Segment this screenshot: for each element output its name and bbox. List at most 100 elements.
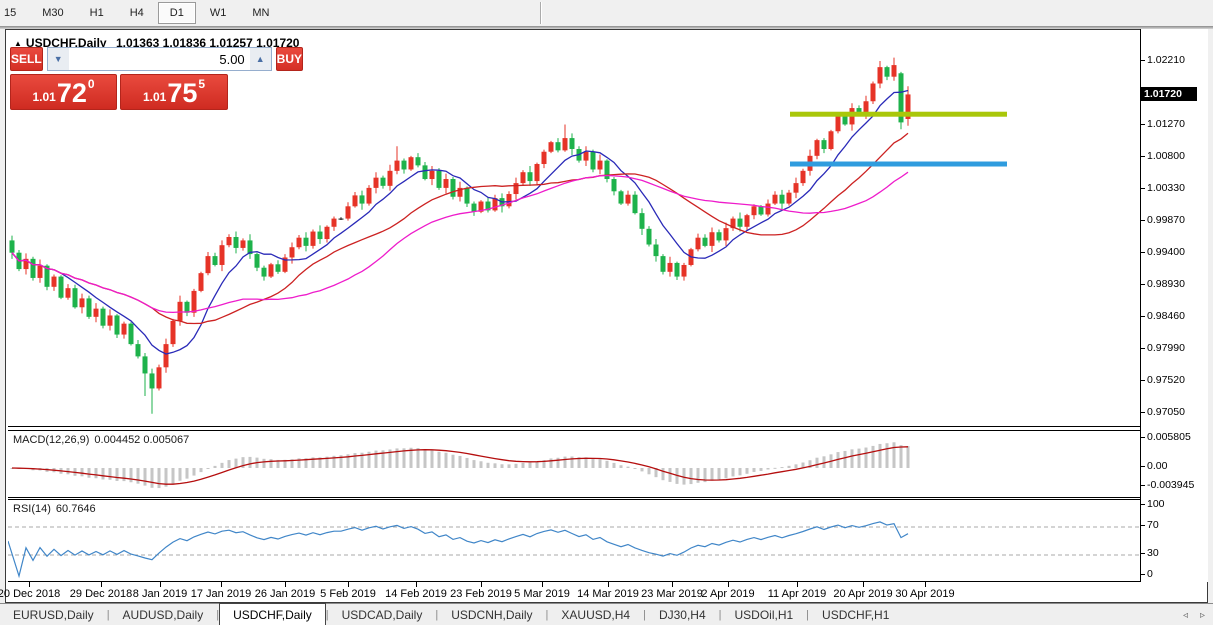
price-axis-label: 1.01270 — [1147, 118, 1185, 130]
price-axis-label: 30 — [1147, 547, 1159, 559]
date-tick — [608, 582, 609, 587]
buy-button[interactable]: BUY — [276, 47, 303, 71]
date-label: 2 Apr 2019 — [701, 588, 754, 600]
date-tick — [416, 582, 417, 587]
timeframe-button-d1[interactable]: D1 — [158, 2, 196, 24]
date-tick — [348, 582, 349, 587]
chart-tab-eurusd[interactable]: EURUSD,Daily — [0, 604, 107, 625]
buy-price-point: 5 — [198, 77, 205, 91]
timeframe-button-h4[interactable]: H4 — [118, 2, 156, 24]
chart-tab-dj30[interactable]: DJ30,H4 — [646, 604, 719, 625]
date-tick — [101, 582, 102, 587]
price-axis-label: 0 — [1147, 568, 1153, 580]
date-label: 17 Jan 2019 — [191, 588, 252, 600]
date-label: 5 Feb 2019 — [320, 588, 376, 600]
date-label: 5 Mar 2019 — [514, 588, 570, 600]
date-tick — [481, 582, 482, 587]
rsi-label: RSI(14) 60.7646 — [13, 503, 101, 515]
timeframe-button-w1[interactable]: W1 — [198, 2, 239, 24]
chart-tab-usdcnh[interactable]: USDCNH,Daily — [438, 604, 545, 625]
price-axis-label: 0.99400 — [1147, 246, 1185, 258]
volume-decrease-icon[interactable]: ▼ — [48, 48, 69, 70]
chart-tab-bar: EURUSD,Daily|AUDUSD,Daily|USDCHF,Daily|U… — [0, 603, 1213, 625]
sell-price-button[interactable]: 1.01 72 0 — [10, 74, 117, 110]
sell-price-prefix: 1.01 — [32, 90, 55, 104]
rsi-indicator-pane[interactable] — [8, 499, 1140, 582]
tab-navigation: ◃ ▹ — [1183, 604, 1205, 625]
date-tick — [728, 582, 729, 587]
chart-tab-usdcad[interactable]: USDCAD,Daily — [329, 604, 436, 625]
price-axis-label: 1.00800 — [1147, 150, 1185, 162]
price-axis-label: 0.97050 — [1147, 406, 1185, 418]
price-axis-label: 0.99870 — [1147, 214, 1185, 226]
macd-name: MACD(12,26,9) — [13, 434, 89, 446]
price-axis-label: 100 — [1147, 498, 1165, 510]
tab-nav-right-icon[interactable]: ▹ — [1200, 610, 1205, 621]
date-axis: 20 Dec 201829 Dec 20188 Jan 201917 Jan 2… — [8, 582, 1140, 602]
date-label: 23 Mar 2019 — [641, 588, 703, 600]
timeframe-button-15[interactable]: 15 — [0, 2, 28, 24]
chart-tab-usdoil[interactable]: USDOil,H1 — [721, 604, 806, 625]
macd-values: 0.004452 0.005067 — [94, 434, 189, 446]
rsi-value: 60.7646 — [56, 503, 96, 515]
chart-tab-usdchf[interactable]: USDCHF,Daily — [219, 603, 326, 625]
chart-tab-usdchf[interactable]: USDCHF,H1 — [809, 604, 902, 625]
date-label: 26 Jan 2019 — [255, 588, 316, 600]
date-label: 23 Feb 2019 — [450, 588, 512, 600]
buy-price-prefix: 1.01 — [143, 90, 166, 104]
date-label: 14 Mar 2019 — [577, 588, 639, 600]
toolbar-separator — [540, 2, 541, 24]
buy-price-button[interactable]: 1.01 75 5 — [120, 74, 228, 110]
date-label: 8 Jan 2019 — [133, 588, 187, 600]
price-axis-label: 0.00 — [1147, 460, 1167, 472]
date-tick — [285, 582, 286, 587]
price-axis-label: 0.005805 — [1147, 431, 1191, 443]
horizontal-line-0 — [790, 112, 1007, 117]
sell-price-point: 0 — [88, 77, 95, 91]
sell-button[interactable]: SELL — [10, 47, 43, 71]
trading-platform: 15M30H1H4D1W1MN ▲USDCHF,Daily 1.01363 1.… — [0, 0, 1213, 625]
one-click-trading-panel: SELL ▼ ▲ BUY 1.01 72 0 1.01 75 5 — [10, 47, 228, 110]
date-label: 14 Feb 2019 — [385, 588, 447, 600]
timeframe-buttons: 15M30H1H4D1W1MN — [0, 2, 282, 24]
timeframe-button-h1[interactable]: H1 — [78, 2, 116, 24]
price-axis-label: 0.98930 — [1147, 278, 1185, 290]
buy-price-pips: 75 — [167, 80, 197, 107]
date-tick — [925, 582, 926, 587]
price-axis-label: 0.97990 — [1147, 342, 1185, 354]
date-tick — [672, 582, 673, 587]
price-axis-label: 0.98460 — [1147, 310, 1185, 322]
chart-tab-audusd[interactable]: AUDUSD,Daily — [110, 604, 217, 625]
date-label: 30 Apr 2019 — [895, 588, 954, 600]
current-price-tag: 1.01720 — [1141, 87, 1197, 101]
price-axis-label: 0.97520 — [1147, 374, 1185, 386]
rsi-name: RSI(14) — [13, 503, 51, 515]
volume-input[interactable] — [69, 48, 250, 70]
chart-tab-xauusd[interactable]: XAUUSD,H4 — [548, 604, 643, 625]
horizontal-line-1 — [790, 162, 1007, 167]
price-axis-label: 70 — [1147, 519, 1159, 531]
date-label: 11 Apr 2019 — [768, 588, 827, 600]
date-label: 20 Apr 2019 — [833, 588, 892, 600]
date-tick — [542, 582, 543, 587]
price-axis-label: -0.003945 — [1147, 479, 1194, 491]
volume-increase-icon[interactable]: ▲ — [250, 48, 271, 70]
tab-nav-left-icon[interactable]: ◃ — [1183, 610, 1188, 621]
timeframe-button-mn[interactable]: MN — [240, 2, 281, 24]
sell-price-pips: 72 — [57, 80, 87, 107]
price-axis: 1.02210 1.01270 1.00800 1.00330 0.99870 0.994… — [1140, 29, 1208, 582]
timeframe-button-m30[interactable]: M30 — [30, 2, 75, 24]
date-label: 20 Dec 2018 — [0, 588, 60, 600]
date-tick — [160, 582, 161, 587]
price-axis-label: 1.02210 — [1147, 54, 1185, 66]
date-tick — [863, 582, 864, 587]
date-label: 29 Dec 2018 — [70, 588, 132, 600]
price-axis-label: 1.00330 — [1147, 182, 1185, 194]
date-tick — [221, 582, 222, 587]
date-tick — [29, 582, 30, 587]
timeframe-toolbar: 15M30H1H4D1W1MN — [0, 0, 1213, 26]
chart-tabs: EURUSD,Daily|AUDUSD,Daily|USDCHF,Daily|U… — [0, 604, 902, 625]
volume-box: ▼ ▲ — [47, 47, 272, 71]
macd-label: MACD(12,26,9) 0.004452 0.005067 — [13, 434, 194, 446]
date-tick — [797, 582, 798, 587]
